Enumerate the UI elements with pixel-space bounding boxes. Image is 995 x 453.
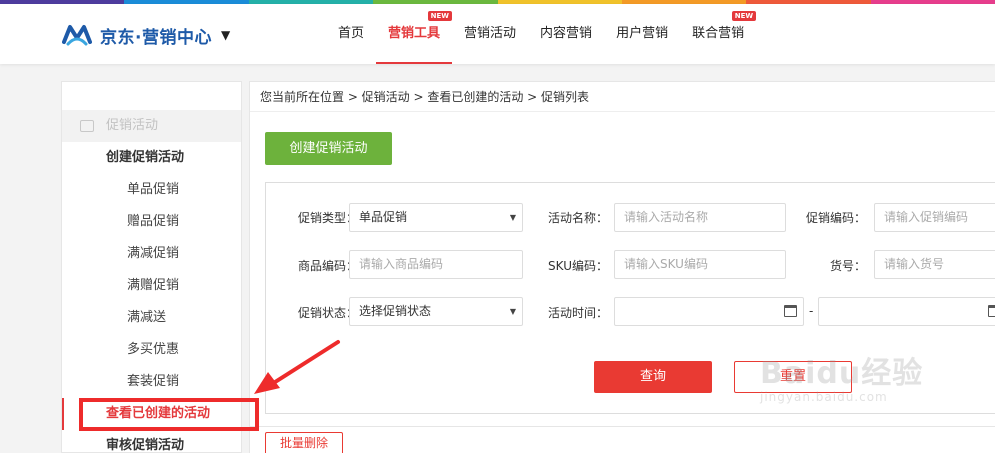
caret-down-icon: ▼ <box>509 213 516 222</box>
sidebar-item-multi-buy[interactable]: 多买优惠 <box>62 334 241 366</box>
new-badge: NEW <box>427 11 453 21</box>
item-no-label: 货号： <box>829 259 866 273</box>
sidebar-item-full-gift[interactable]: 满赠促销 <box>62 270 241 302</box>
sidebar-item-single-promo[interactable]: 单品促销 <box>62 174 241 206</box>
divider <box>250 426 995 427</box>
product-code-label: 商品编码： <box>297 259 358 273</box>
jd-logo-icon <box>62 22 92 48</box>
promo-status-label: 促销状态： <box>297 306 358 320</box>
nav-marketing-tools[interactable]: 营销工具 NEW <box>376 4 453 64</box>
batch-delete-button[interactable]: 批量删除 <box>265 432 343 453</box>
logo[interactable]: 京东·营销中心 ▼ <box>62 22 230 48</box>
sku-code-label: SKU编码： <box>548 259 608 273</box>
nav-content-marketing[interactable]: 内容营销 <box>528 4 604 64</box>
box-icon <box>80 120 94 132</box>
sidebar-item-full-reduction[interactable]: 满减促销 <box>62 238 241 270</box>
date-separator: - <box>809 304 814 318</box>
highlight-box <box>79 398 259 431</box>
sidebar-section-create[interactable]: 创建促销活动 <box>62 142 241 174</box>
promo-type-select[interactable]: 单品促销 ▼ <box>349 203 523 232</box>
watermark: Baidu经验 jingyan.baidu.com <box>760 356 924 404</box>
nav-joint-marketing[interactable]: 联合营销 NEW <box>680 4 757 64</box>
top-header: 京东·营销中心 ▼ 首页 营销工具 NEW 营销活动 内容营销 用户营销 联合营销… <box>0 4 995 64</box>
calendar-icon[interactable] <box>784 305 797 317</box>
query-button[interactable]: 查询 <box>594 361 712 393</box>
sidebar-section-review[interactable]: 审核促销活动 <box>62 430 241 453</box>
item-no-input[interactable]: 请输入货号 <box>874 250 995 279</box>
product-code-input[interactable]: 请输入商品编码 <box>349 250 523 279</box>
calendar-icon[interactable] <box>988 305 995 317</box>
promo-code-label: 促销编码： <box>805 211 866 225</box>
promo-status-select[interactable]: 选择促销状态 ▼ <box>349 297 523 326</box>
activity-time-label: 活动时间： <box>547 306 608 320</box>
nav-user-marketing[interactable]: 用户营销 <box>604 4 680 64</box>
sidebar-group-promotions[interactable]: 促销活动 <box>62 110 241 142</box>
main-nav: 首页 营销工具 NEW 营销活动 内容营销 用户营销 联合营销 NEW <box>326 4 757 64</box>
create-promotion-button[interactable]: 创建促销活动 <box>265 132 392 165</box>
new-badge: NEW <box>731 11 757 21</box>
promo-code-input[interactable]: 请输入促销编码 <box>874 203 995 232</box>
logo-text: 京东·营销中心 <box>100 27 212 48</box>
activity-name-input[interactable]: 请输入活动名称 <box>614 203 786 232</box>
promo-type-label: 促销类型： <box>297 211 358 225</box>
caret-down-icon: ▼ <box>509 307 516 316</box>
end-date-input[interactable] <box>818 297 995 326</box>
sidebar-item-bundle[interactable]: 套装促销 <box>62 366 241 398</box>
sidebar-item-reduce-send[interactable]: 满减送 <box>62 302 241 334</box>
nav-marketing-activities[interactable]: 营销活动 <box>452 4 528 64</box>
sku-code-input[interactable]: 请输入SKU编码 <box>614 250 786 279</box>
nav-home[interactable]: 首页 <box>326 4 376 64</box>
caret-down-icon[interactable]: ▼ <box>221 28 230 42</box>
annotation-arrow-icon <box>254 340 340 394</box>
sidebar-item-gift-promo[interactable]: 赠品促销 <box>62 206 241 238</box>
activity-name-label: 活动名称： <box>547 211 608 225</box>
breadcrumb: 您当前所在位置 > 促销活动 > 查看已创建的活动 > 促销列表 <box>250 82 995 112</box>
start-date-input[interactable] <box>614 297 804 326</box>
